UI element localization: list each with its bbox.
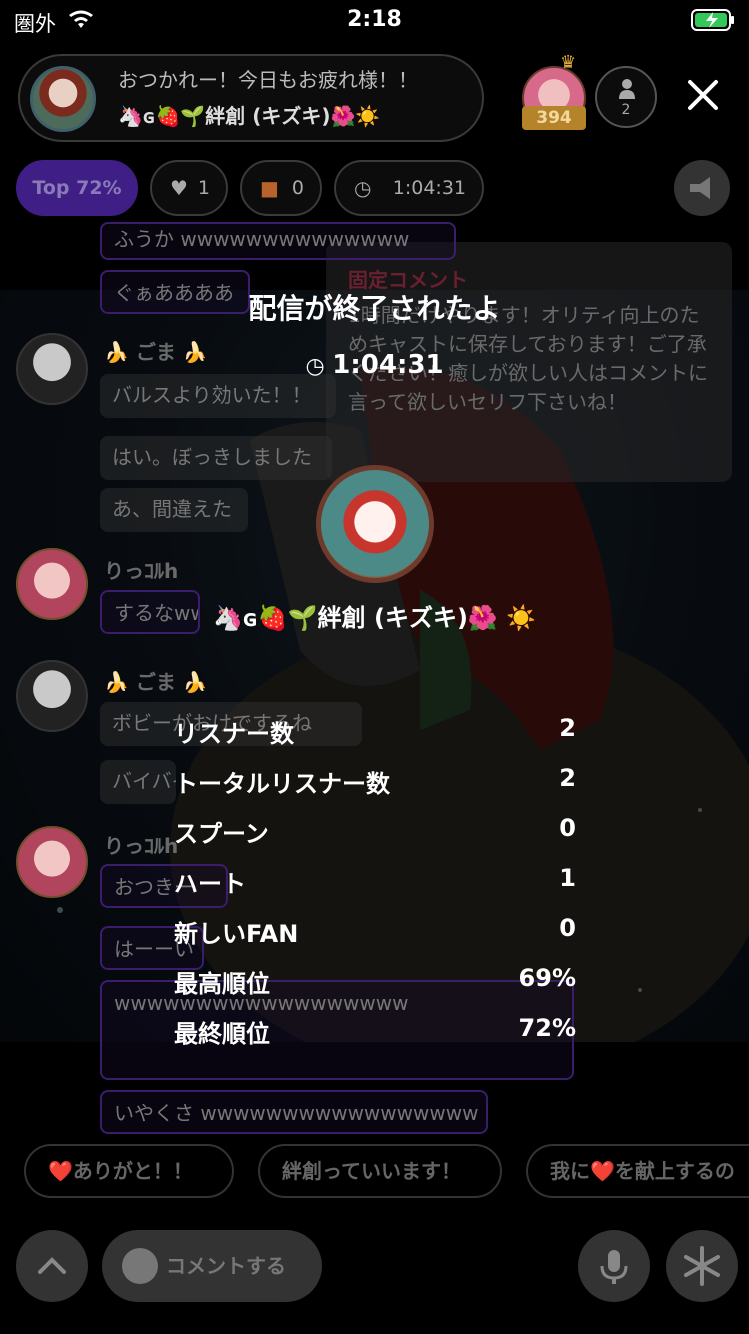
stat-value: 72% [518,1014,576,1042]
listener-count: 2 [621,102,631,118]
chat-message: ふうか wwwwwwwwwwwwww [100,222,456,260]
expand-button[interactable] [16,1230,88,1302]
stat-row-hearts: ハート 1 [174,860,576,910]
megaphone-icon [690,177,710,199]
crown-icon: ♛ [560,52,577,73]
status-bar: 圏外 2:18 [0,0,749,44]
battery-icon [691,9,734,31]
microphone-icon [600,1250,628,1284]
duration-chip[interactable]: ◷ 1:04:31 [334,160,484,216]
chat-message: はい。ぼっきしました [100,436,332,480]
snowflake-icon [684,1246,720,1286]
stat-value: 1 [559,864,576,892]
heart-icon: ♥ [170,176,188,200]
broadcast-ended-title: 配信が終了されたよ [248,292,501,325]
user-name: 🍌 ごま 🍌 [104,670,208,694]
heart-count: 1 [197,177,210,199]
gift-chip[interactable]: ■ 0 [240,160,322,216]
stat-row-final-rank: 最終順位 72% [174,1010,576,1060]
rank-chip[interactable]: Top 72% [16,160,138,216]
top-fan-badge: 394 [522,106,586,130]
clock-icon: ◷ [354,176,372,200]
user-name: りっｺﾙh [104,559,179,583]
stat-row-new-fans: 新しいFAN 0 [174,910,576,960]
quick-reply-1[interactable]: ❤️ありがと！！ [24,1144,234,1198]
chevron-up-icon [38,1257,66,1274]
stat-value: 0 [559,914,576,942]
gift-icon: ■ [260,176,279,200]
announcement-button[interactable] [674,160,730,216]
effects-button[interactable] [666,1230,738,1302]
broadcast-duration-value: 1:04:31 [332,350,444,380]
comment-icon [122,1248,158,1284]
user-avatar[interactable] [16,660,88,732]
stat-value: 2 [559,714,576,742]
stat-row-spoons: スプーン 0 [174,810,576,860]
listener-count-button[interactable]: 2 [595,66,657,128]
gift-count: 0 [291,177,304,199]
clock: 2:18 [347,7,402,32]
stat-label: 最終順位 [174,1020,270,1048]
mic-button[interactable] [578,1230,650,1302]
quick-reply-2[interactable]: 絆創っていいます！ [258,1144,502,1198]
stat-label: 最高順位 [174,970,270,998]
stat-row-highest-rank: 最高順位 69% [174,960,576,1010]
broadcast-title-pill[interactable]: おつかれー！今日もお疲れ様！！ 🦄ɢ🍓🌱絆創 (キズキ)🌺☀️ [18,54,484,142]
stat-row-listeners: リスナー数 2 [174,710,576,760]
clock-icon: ◷ [305,354,333,379]
dj-nickname: 🦄ɢ🍓🌱絆創 (キズキ)🌺☀️ [118,104,381,128]
chat-message: バイバイ [100,760,176,804]
stat-label: リスナー数 [174,720,294,748]
dj-profile-avatar[interactable] [316,465,434,583]
dj-avatar[interactable] [30,66,96,132]
broadcast-title: おつかれー！今日もお疲れ様！！ [118,68,418,92]
stat-label: トータルリスナー数 [174,770,390,798]
comment-button[interactable]: コメントする [102,1230,322,1302]
heart-chip[interactable]: ♥ 1 [150,160,228,216]
person-icon [619,79,635,99]
user-avatar[interactable] [16,826,88,898]
broadcast-duration: ◷ 1:04:31 [0,350,749,380]
stat-value: 69% [518,964,576,992]
quick-reply-3[interactable]: 我に❤️を献上するの [526,1144,749,1198]
chat-message: バルスより効いた！！ [100,374,336,418]
chat-message: あ、間違えた [100,488,248,532]
dj-profile-name: 🦄ɢ🍓🌱絆創 (キズキ)🌺 ☀️ [212,604,537,632]
stat-label: 新しいFAN [174,920,299,948]
close-icon[interactable] [682,74,724,116]
chat-message: いやくさ wwwwwwwwwwwwwwwww [100,1090,488,1134]
duration-value: 1:04:31 [392,177,466,199]
stat-row-total-listeners: トータルリスナー数 2 [174,760,576,810]
comment-button-label: コメントする [166,1254,286,1278]
stat-label: ハート [174,870,246,898]
user-name: りっｺﾙh [104,834,179,858]
stat-value: 0 [559,814,576,842]
broadcast-stats: リスナー数 2 トータルリスナー数 2 スプーン 0 ハート 1 新しいFAN … [174,710,576,1060]
stat-value: 2 [559,764,576,792]
stat-label: スプーン [174,820,269,848]
